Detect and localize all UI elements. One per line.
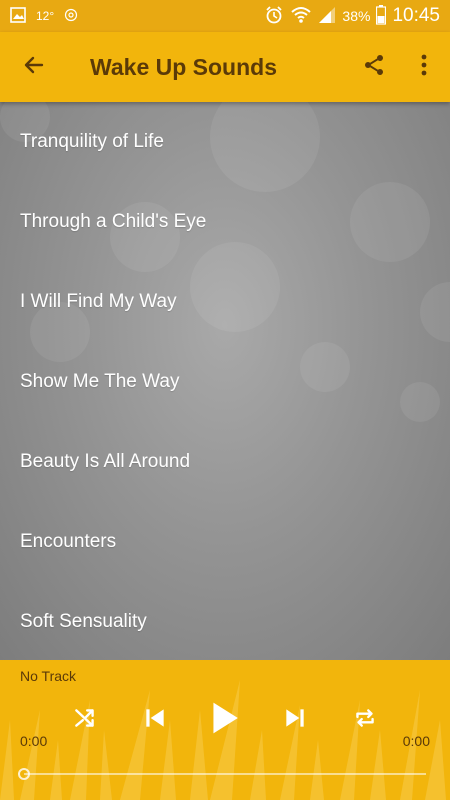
repeat-button[interactable] — [345, 700, 385, 740]
player-panel: No Track 0:00 0:00 — [0, 660, 450, 800]
seek-thumb[interactable] — [18, 768, 30, 780]
arrow-left-icon — [22, 53, 46, 82]
app-bar: Wake Up Sounds — [0, 32, 450, 102]
shuffle-button[interactable] — [65, 700, 105, 740]
skip-previous-icon — [142, 705, 168, 736]
duration-time: 0:00 — [402, 733, 430, 749]
gallery-notification-icon — [10, 6, 26, 26]
track-list-area[interactable]: Tranquility of Life Through a Child's Ey… — [0, 102, 450, 660]
wifi-icon — [290, 5, 312, 28]
list-item[interactable]: Beauty Is All Around — [0, 422, 450, 502]
track-title: Tranquility of Life — [20, 131, 164, 152]
status-bar: 12° 38% 10:45 — [0, 0, 450, 32]
next-button[interactable] — [275, 700, 315, 740]
alarm-icon — [264, 5, 284, 28]
battery-icon — [376, 4, 387, 28]
play-icon — [209, 700, 241, 741]
skip-next-icon — [282, 705, 308, 736]
page-title: Wake Up Sounds — [90, 54, 277, 80]
now-playing-title: No Track — [20, 668, 77, 684]
play-button[interactable] — [205, 700, 245, 740]
list-item[interactable]: I Will Find My Way — [0, 262, 450, 342]
track-title: Encounters — [20, 531, 117, 552]
previous-button[interactable] — [135, 700, 175, 740]
track-title: I Will Find My Way — [20, 291, 177, 312]
clock-notification-icon — [64, 8, 78, 25]
track-title: Beauty Is All Around — [20, 451, 191, 472]
share-icon — [362, 53, 386, 82]
status-right: 38% 10:45 — [264, 0, 440, 32]
track-title: Show Me The Way — [20, 371, 180, 392]
track-list: Tranquility of Life Through a Child's Ey… — [0, 102, 450, 660]
track-title: Through a Child's Eye — [20, 211, 207, 232]
list-item[interactable]: Tranquility of Life — [0, 102, 450, 182]
status-time: 10:45 — [392, 5, 440, 26]
temperature-text: 12° — [36, 9, 55, 23]
status-left: 12° — [10, 0, 78, 32]
more-vert-icon — [421, 54, 427, 81]
signal-icon — [318, 6, 336, 27]
list-item[interactable]: Through a Child's Eye — [0, 182, 450, 262]
list-item[interactable]: Encounters — [0, 502, 450, 582]
elapsed-time: 0:00 — [20, 733, 48, 749]
share-button[interactable] — [358, 51, 390, 83]
list-item[interactable]: Show Me The Way — [0, 342, 450, 422]
track-title: Soft Sensuality — [20, 611, 147, 632]
list-item[interactable]: Soft Sensuality — [0, 582, 450, 660]
seek-bar[interactable] — [24, 773, 426, 775]
back-button[interactable] — [16, 51, 52, 83]
repeat-icon — [352, 705, 378, 736]
battery-percent: 38% — [342, 8, 371, 24]
shuffle-icon — [72, 705, 98, 736]
more-options-button[interactable] — [412, 51, 436, 83]
